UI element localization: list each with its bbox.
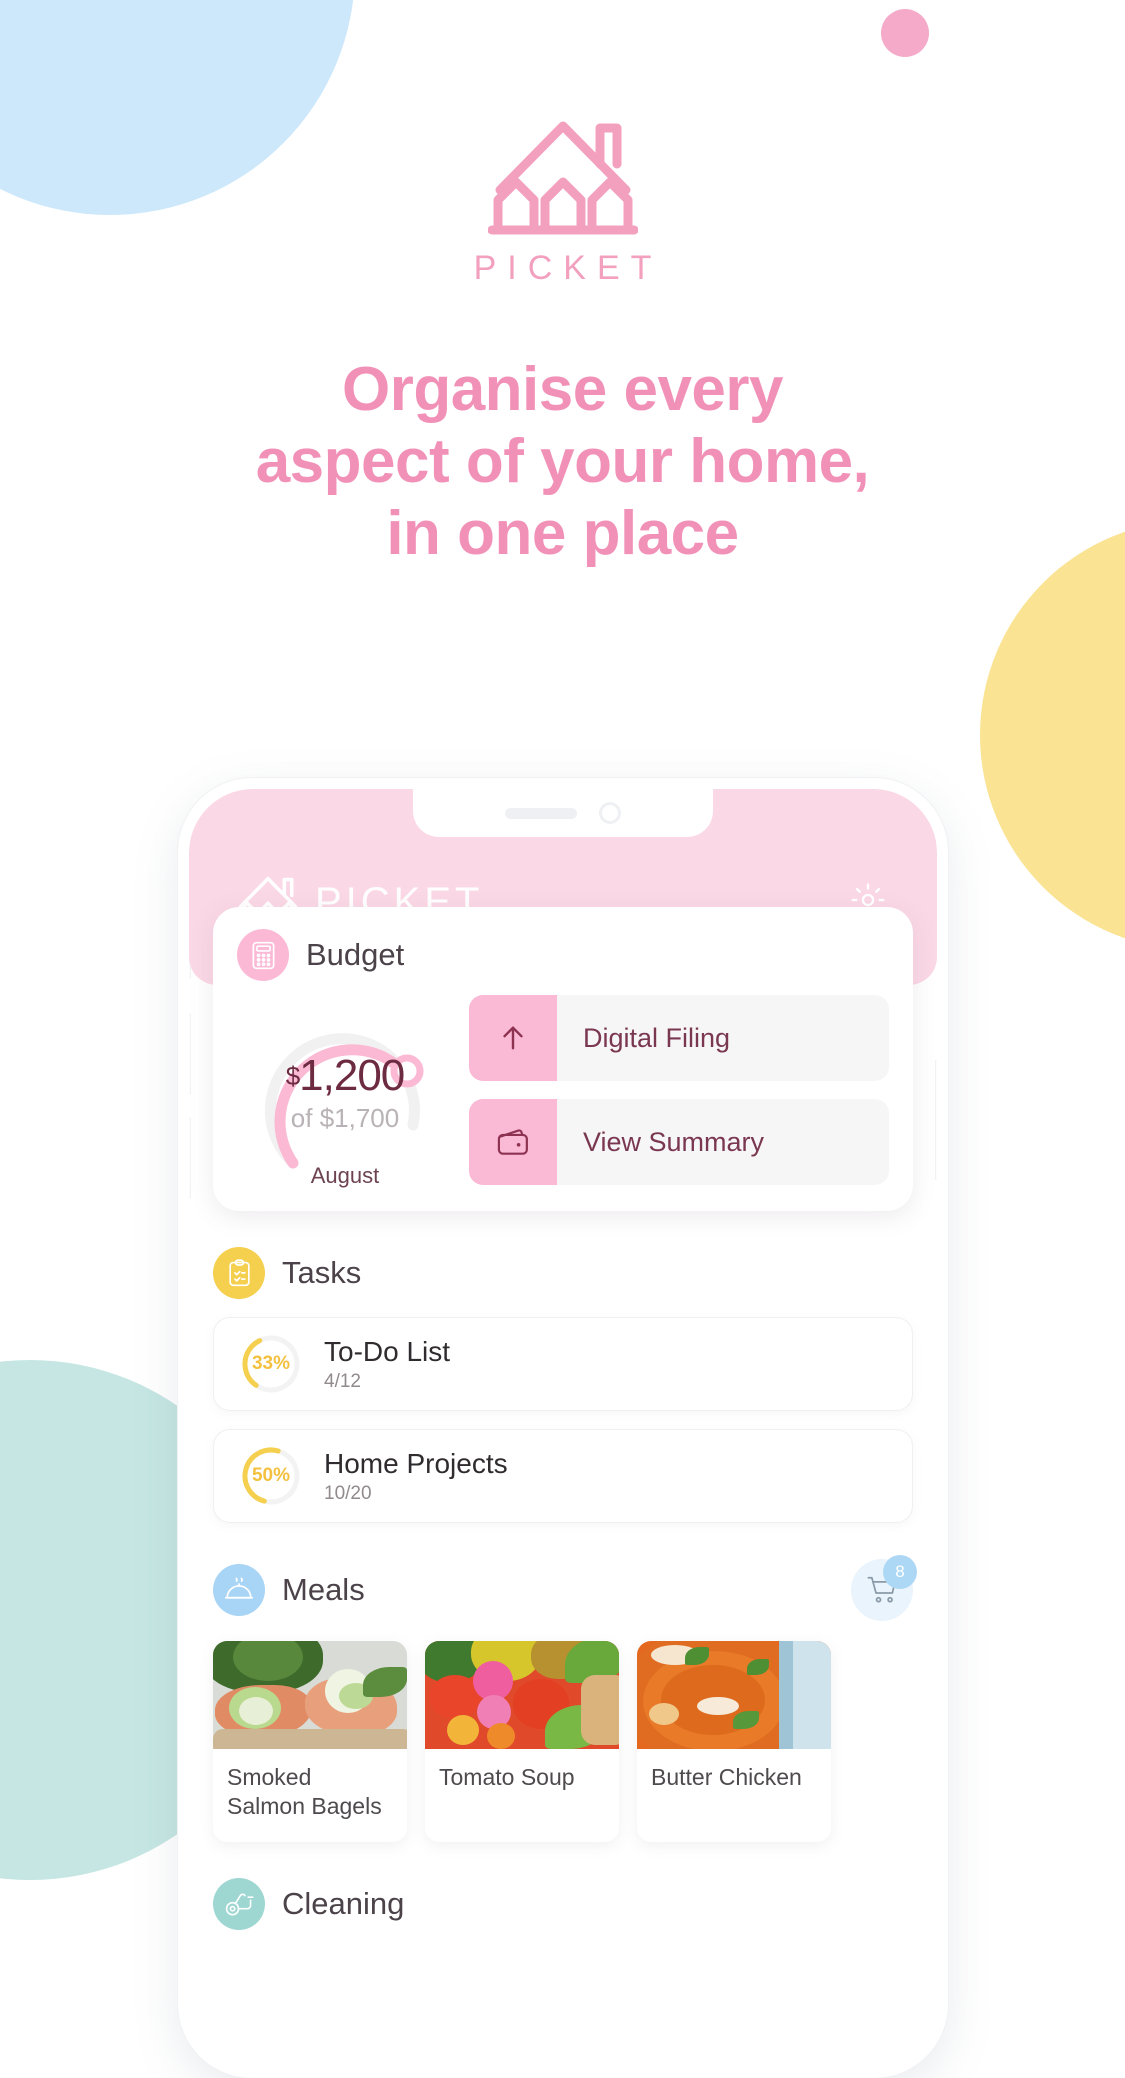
page-headline: Organise every aspect of your home, in o…: [0, 354, 1125, 570]
vacuum-icon: [213, 1877, 265, 1930]
digital-filing-button[interactable]: Digital Filing: [469, 995, 889, 1081]
task-percent: 33%: [251, 1353, 291, 1374]
progress-ring-icon: 33%: [240, 1333, 302, 1395]
hero-section: PICKET Organise every aspect of your hom…: [0, 0, 1125, 570]
budget-total: of $1,700: [290, 1103, 400, 1133]
wallet-icon: [469, 1099, 557, 1185]
task-text: To-Do List 4/12: [324, 1336, 450, 1393]
arrow-up-icon: [469, 995, 557, 1081]
task-item-home-projects[interactable]: 50% Home Projects 10/20: [213, 1429, 913, 1523]
task-name: To-Do List: [324, 1335, 451, 1367]
task-progress: 4/12: [324, 1370, 361, 1392]
meal-image-butter-chicken: [637, 1641, 831, 1749]
headline-line-3: in one place: [386, 498, 739, 568]
meal-name: Tomato Soup: [439, 1764, 575, 1790]
meals-title: Meals: [282, 1572, 365, 1607]
phone-mockup: PICKET Budget $1,200 of $1,700 August Di…: [178, 778, 948, 2078]
cleaning-section: Cleaning: [213, 1877, 913, 1930]
budget-actions: Digital Filing View Summary: [469, 995, 889, 1185]
meal-name: Smoked Salmon Bagels: [227, 1764, 382, 1820]
currency-symbol: $: [285, 1061, 301, 1091]
app-content: Budget $1,200 of $1,700 August Digital F…: [189, 907, 937, 1930]
budget-body: $1,200 of $1,700 August Digital Filing V…: [237, 995, 889, 1188]
task-name: Home Projects: [324, 1447, 508, 1479]
budget-value-group: $1,200 of $1,700: [237, 1051, 453, 1134]
meals-list: Smoked Salmon Bagels Tomato Soup Butter …: [213, 1641, 913, 1842]
budget-progress-gauge: $1,200 of $1,700 August: [237, 999, 453, 1188]
budget-month: August: [310, 1163, 380, 1188]
tasks-section: Tasks 33% To-Do List 4/12 50% Home Proje…: [213, 1247, 913, 1523]
meals-section: Meals 8 Smoked Salmon Bagels Tomato Soup…: [213, 1555, 917, 1842]
earpiece-speaker: [505, 807, 577, 819]
task-percent: 50%: [251, 1465, 291, 1486]
task-text: Home Projects 10/20: [324, 1448, 508, 1505]
headline-line-1: Organise every: [341, 355, 784, 424]
phone-notch: [413, 789, 713, 837]
task-progress: 10/20: [324, 1482, 372, 1504]
digital-filing-label: Digital Filing: [583, 1022, 731, 1053]
clipboard-icon: [213, 1247, 265, 1299]
phone-screen: PICKET Budget $1,200 of $1,700 August Di…: [189, 789, 937, 2067]
tasks-title: Tasks: [282, 1255, 362, 1290]
cart-count-badge: 8: [883, 1555, 917, 1589]
headline-line-2: aspect of your home,: [255, 426, 870, 496]
view-summary-button[interactable]: View Summary: [469, 1099, 889, 1185]
meals-header: Meals 8: [213, 1555, 917, 1621]
view-summary-label: View Summary: [583, 1126, 765, 1157]
budget-title: Budget: [306, 937, 405, 972]
budget-amount-value: 1,200: [299, 1051, 405, 1100]
meal-image-tomato-soup: [425, 1641, 619, 1749]
picket-house-icon: [487, 112, 638, 237]
shopping-cart-button[interactable]: 8: [851, 1555, 917, 1621]
meal-card[interactable]: Smoked Salmon Bagels: [213, 1641, 407, 1842]
meal-name: Butter Chicken: [651, 1764, 802, 1790]
tasks-header: Tasks: [213, 1247, 913, 1299]
cloche-icon: [213, 1564, 265, 1616]
budget-header: Budget: [237, 929, 889, 981]
calculator-icon: [237, 929, 289, 981]
brand-wordmark: PICKET: [473, 249, 663, 287]
front-camera-icon: [599, 802, 621, 824]
decorative-circle-yellow: [980, 520, 1125, 950]
budget-card[interactable]: Budget $1,200 of $1,700 August Digital F…: [213, 907, 913, 1211]
meal-card[interactable]: Tomato Soup: [425, 1641, 619, 1842]
task-item-todo-list[interactable]: 33% To-Do List 4/12: [213, 1317, 913, 1411]
cleaning-title: Cleaning: [282, 1885, 405, 1921]
budget-amount: $1,200: [237, 1051, 453, 1101]
cleaning-header[interactable]: Cleaning: [213, 1877, 913, 1930]
meal-card[interactable]: Butter Chicken: [637, 1641, 831, 1842]
progress-ring-icon: 50%: [240, 1445, 302, 1507]
brand-logo: PICKET: [0, 0, 1125, 288]
meal-image-smoked-salmon-bagels: [213, 1641, 407, 1749]
